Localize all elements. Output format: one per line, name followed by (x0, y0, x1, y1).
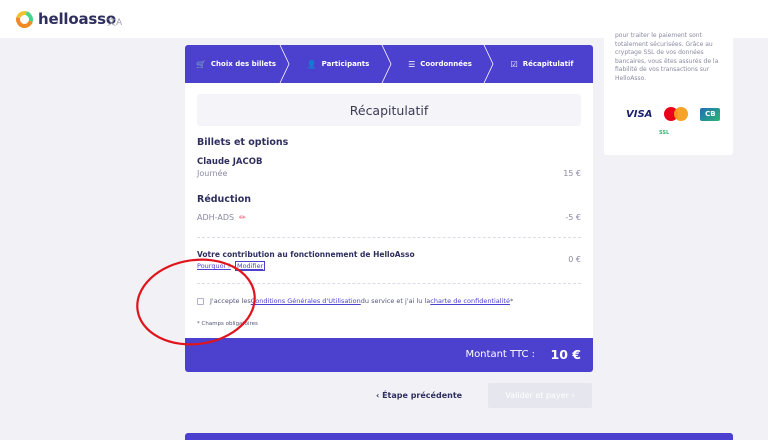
previous-step-button[interactable]: ‹ Étape précédente (376, 391, 462, 400)
cgu-prefix: J'accepte les (210, 297, 251, 305)
recap-title-box: Récapitulatif (197, 94, 581, 126)
total-bar: Montant TTC : 10 € (185, 338, 593, 372)
step-coordonnees[interactable]: ☰ Coordonnées (389, 45, 494, 83)
contribution-links: Pourquoi ? Modifier (197, 261, 266, 271)
modify-contribution-link[interactable]: Modifier (234, 261, 266, 271)
divider (197, 283, 581, 284)
step-label: Coordonnées (420, 60, 472, 68)
step-label: Récapitulatif (522, 60, 574, 68)
total-label: Montant TTC : (465, 349, 535, 360)
mastercard-logo-icon (664, 107, 689, 121)
security-text: pour traiter le paiement sont totalement… (615, 32, 729, 84)
privacy-link[interactable]: charte de confidentialité (430, 297, 510, 305)
helloasso-logo[interactable]: helloasso (12, 7, 116, 31)
cb-logo-icon: CB (700, 107, 721, 121)
security-text-line: fiabilité de vos transactions sur (615, 66, 710, 74)
required-note: * Champs obligatoires (197, 321, 258, 327)
cgu-checkbox[interactable] (197, 297, 204, 305)
user-icon: 👤 (306, 59, 317, 69)
security-text-line: pour traiter le paiement sont (615, 32, 702, 39)
logo-text: helloasso (38, 10, 116, 28)
logo-mark-icon (12, 7, 37, 31)
steps-bar: 🛒 Choix des billets 👤 Participants ☰ Coo… (185, 45, 593, 83)
contribution-amount: 0 € (568, 255, 581, 264)
checkout-card: 🛒 Choix des billets 👤 Participants ☰ Coo… (185, 45, 593, 372)
participant-name: Claude JACOB (197, 157, 263, 167)
discount-section-title: Réduction (197, 194, 252, 205)
cgu-link[interactable]: Conditions Générales d'Utilisation (251, 297, 361, 305)
step-label: Participants (321, 60, 370, 68)
footer-bar (185, 433, 733, 440)
list-icon: ☰ (408, 59, 416, 69)
why-link[interactable]: Pourquoi ? (197, 262, 231, 270)
ssl-logo-icon: SSL (659, 130, 670, 136)
contribution-title: Votre contribution au fonctionnement de … (197, 250, 415, 259)
cgu-middle: du service et j'ai lu la (360, 297, 431, 305)
step-label: Choix des billets (210, 60, 277, 68)
security-info-card: pour traiter le paiement sont totalement… (604, 30, 733, 155)
security-text-line: cryptage SSL de vos données (615, 49, 704, 57)
visa-logo-icon: VISA (626, 108, 653, 120)
divider (197, 237, 581, 238)
pencil-icon[interactable]: ✏ (239, 213, 246, 222)
security-text-line: HelloAsso. (615, 74, 647, 82)
total-value: 10 € (550, 347, 581, 362)
card-logos: VISA CB (626, 107, 721, 121)
cgu-suffix: * (509, 297, 514, 305)
step-choix-billets[interactable]: 🛒 Choix des billets (185, 45, 290, 83)
step-recapitulatif[interactable]: ☑ Récapitulatif (491, 45, 593, 83)
discount-code-row: ADH-ADS ✏ (197, 213, 246, 222)
discount-code: ADH-ADS (197, 213, 235, 222)
ticket-price: 15 € (563, 169, 581, 178)
discount-amount: -5 € (565, 213, 581, 222)
cart-icon: 🛒 (195, 59, 206, 69)
security-text-line: totalement sécurisées. Grâce au (615, 40, 713, 48)
step-participants[interactable]: 👤 Participants (287, 45, 392, 83)
check-square-icon: ☑ (510, 59, 518, 69)
page-title: Récapitulatif (349, 102, 429, 118)
cgu-row: J'accepte les Conditions Générales d'Uti… (197, 297, 513, 305)
tickets-section-title: Billets et options (197, 137, 289, 148)
translate-icon[interactable]: 文A (107, 15, 122, 28)
security-text-line: bancaires, vous êtes assurés de la (615, 57, 719, 65)
ticket-type: Journée (197, 169, 228, 178)
validate-and-pay-button[interactable]: Valider et payer › (488, 383, 592, 408)
